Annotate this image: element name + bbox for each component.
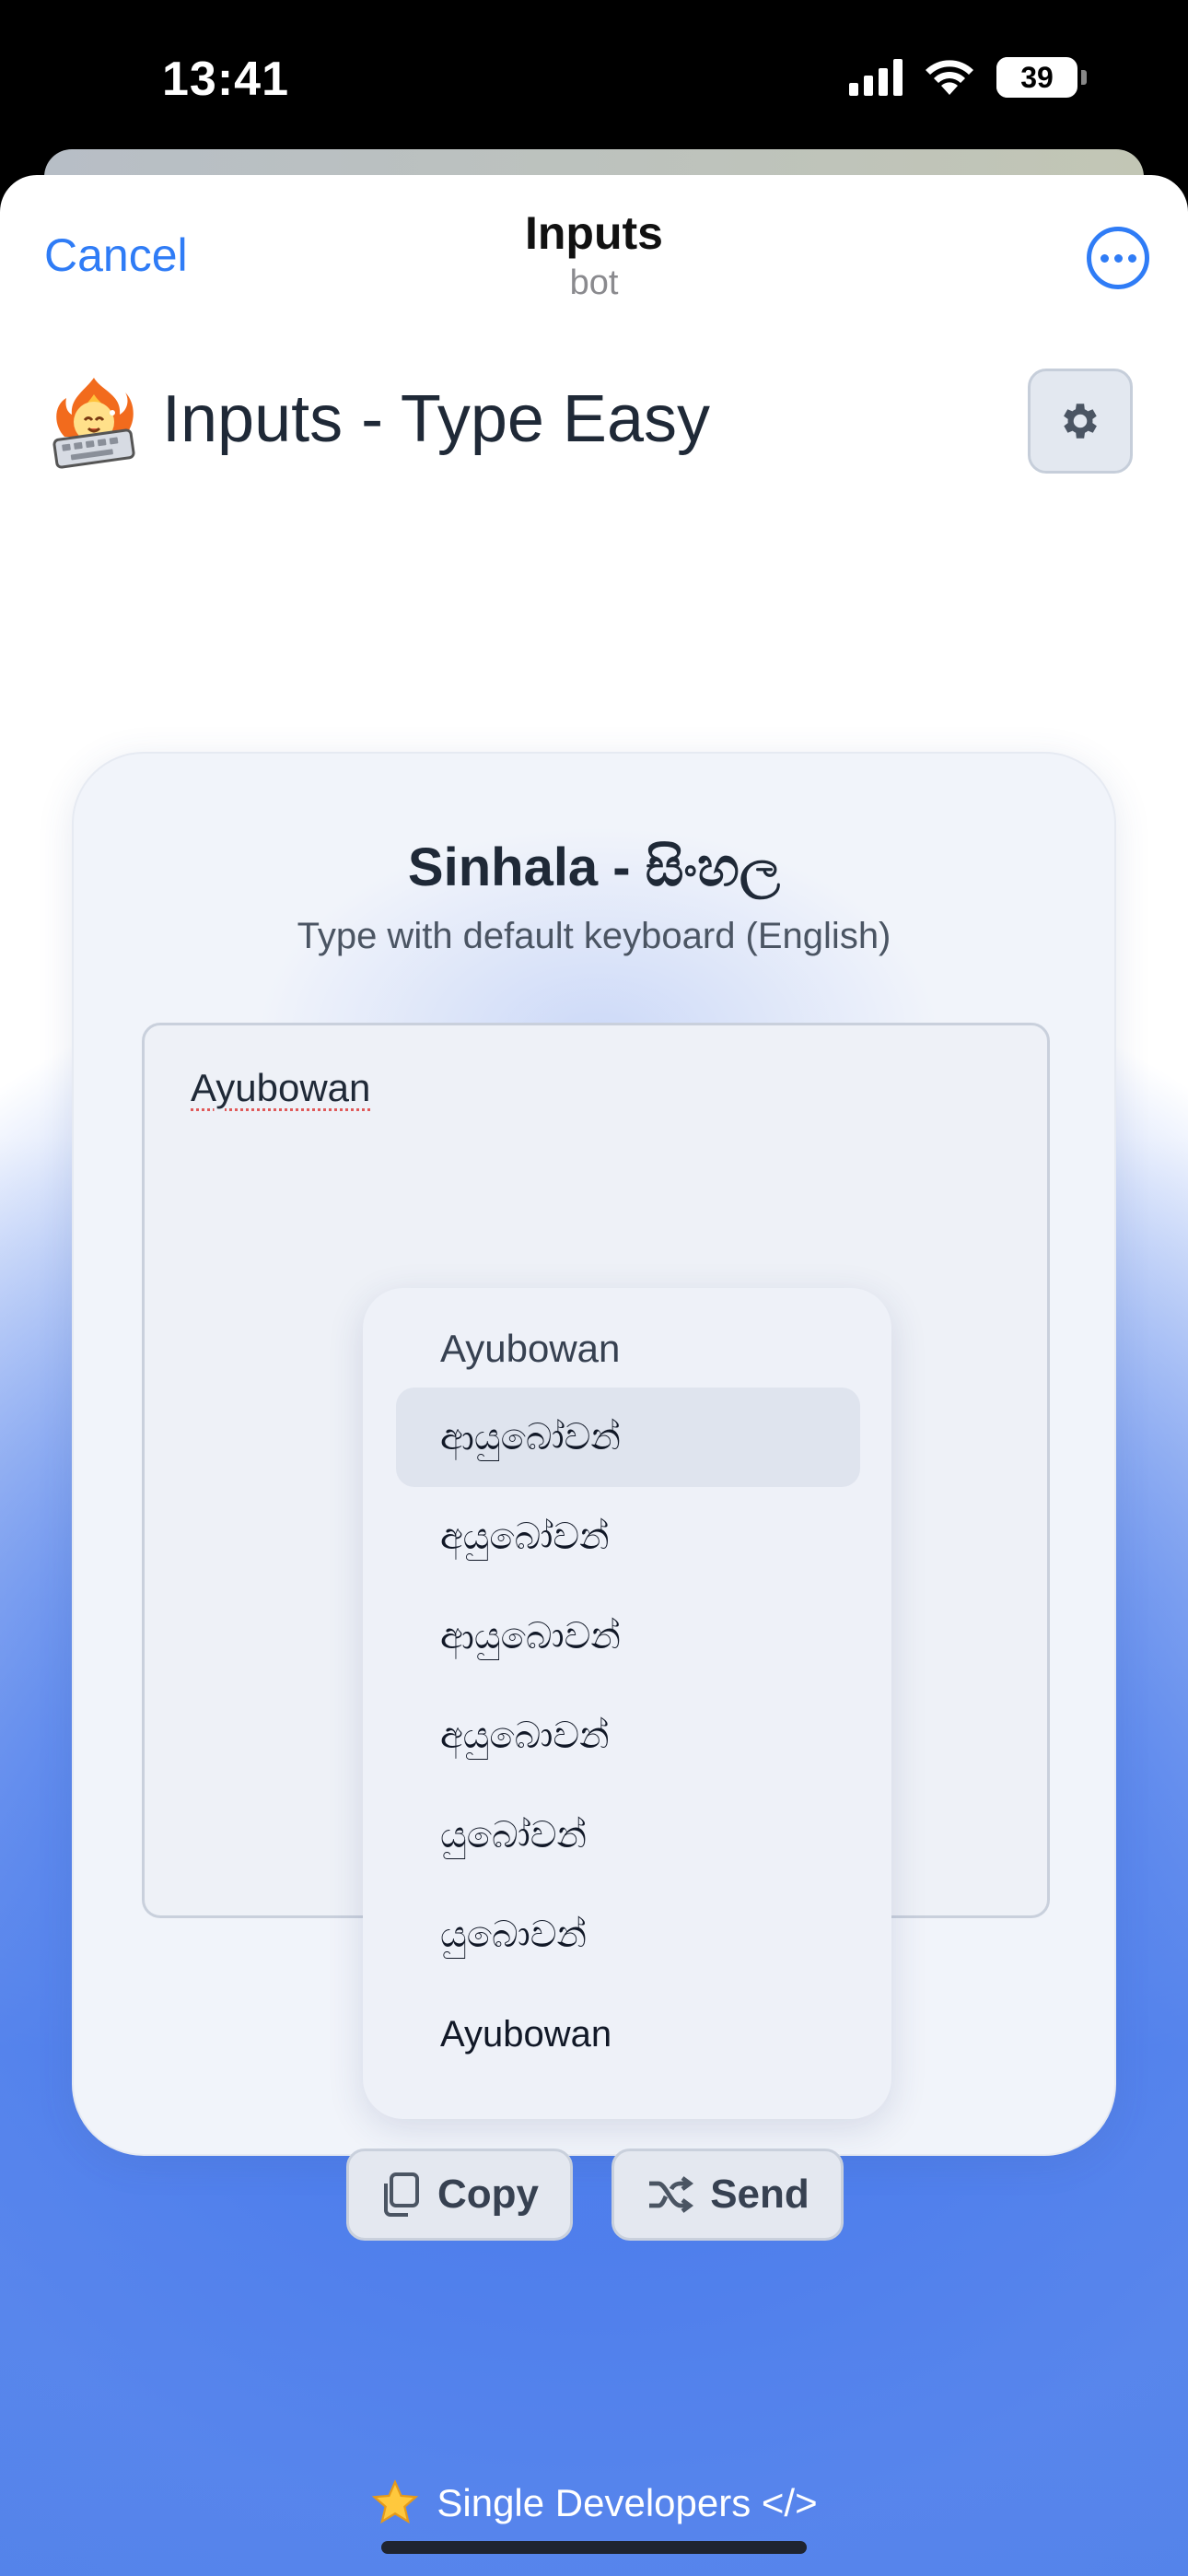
suggestion-item[interactable]: යුබෝවන් <box>396 1786 860 1885</box>
footer-text: Single Developers </> <box>437 2481 818 2524</box>
suggestion-item[interactable]: අයුබෝවන් <box>396 1487 860 1587</box>
wifi-icon <box>926 60 973 95</box>
more-icon[interactable] <box>1087 227 1149 289</box>
suggestion-header: Ayubowan <box>440 1327 621 1370</box>
app-logo <box>52 378 135 469</box>
settings-button[interactable] <box>1028 369 1133 474</box>
suggestion-list: ආයුබෝවන් අයුබෝවන් ආයුබොවන් අයුබොවන් යුබෝ… <box>396 1388 860 2084</box>
bottom-sheet: Cancel Inputs bot Inputs - Type Easy Sin… <box>0 175 1188 2576</box>
typed-text[interactable]: Ayubowan <box>191 1066 370 1110</box>
suggestion-item[interactable]: යුබොවන් <box>396 1885 860 1985</box>
battery-icon: 39 <box>996 57 1077 98</box>
battery-percent: 39 <box>1020 60 1054 94</box>
footer-credit[interactable]: Single Developers </> <box>0 2478 1188 2528</box>
language-subtitle: Type with default keyboard (English) <box>297 916 891 956</box>
header-subtitle: bot <box>569 263 619 302</box>
header-title: Inputs <box>525 207 663 259</box>
suggestion-item[interactable]: ආයුබොවන් <box>396 1587 860 1686</box>
home-indicator[interactable] <box>381 2541 807 2554</box>
shuffle-icon <box>649 2176 694 2213</box>
copy-button[interactable]: Copy <box>346 2149 573 2241</box>
transliteration-card: Sinhala - සිංහල Type with default keyboa… <box>72 752 1116 2241</box>
star-icon <box>372 2479 419 2524</box>
language-title: Sinhala - සිංහල <box>407 837 781 897</box>
send-label: Send <box>710 2172 809 2217</box>
suggestion-item[interactable]: ආයුබෝවන් <box>396 1388 860 1487</box>
suggestion-item[interactable]: Ayubowan <box>396 1985 860 2084</box>
gear-icon <box>1064 404 1097 439</box>
send-button[interactable]: Send <box>611 2149 844 2241</box>
status-icons: 39 <box>849 57 1087 98</box>
battery-cap <box>1081 70 1087 85</box>
suggestion-item[interactable]: අයුබොවන් <box>396 1686 860 1786</box>
app-title: Inputs - Type Easy <box>162 382 710 456</box>
suggestion-popup: Ayubowan ආයුබෝවන් අයුබෝවන් ආයුබොවන් අයුබ… <box>363 1288 891 2119</box>
cellular-signal-icon <box>849 59 903 96</box>
copy-icon <box>384 2172 419 2217</box>
status-bar: 13:41 39 <box>0 0 1188 157</box>
copy-label: Copy <box>437 2172 539 2217</box>
status-time: 13:41 <box>162 53 289 106</box>
